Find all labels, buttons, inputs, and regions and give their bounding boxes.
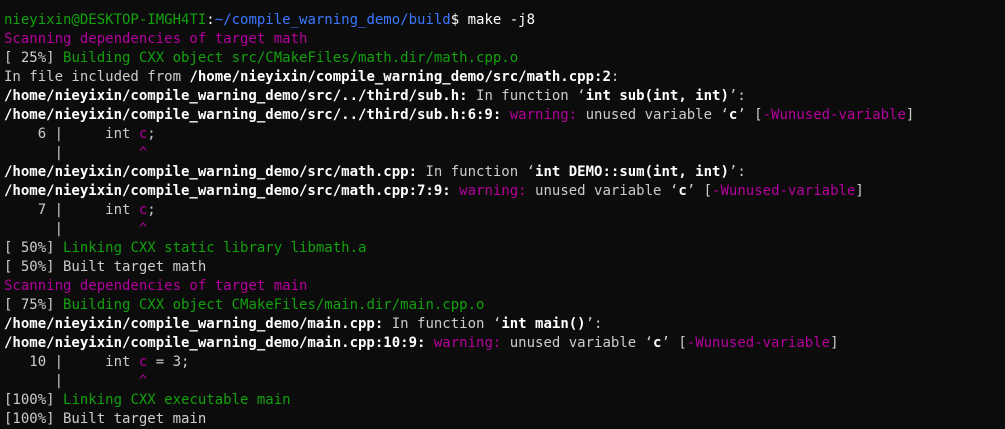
terminal-text-segment: ; — [147, 126, 156, 142]
terminal-text-segment: Building CXX object src/CMakeFiles/math.… — [63, 50, 519, 66]
link-static-lib: [ 50%] Linking CXX static library libmat… — [4, 239, 1004, 258]
built-target-main: [100%] Built target main — [4, 410, 1004, 429]
terminal-text-segment: /home/nieyixin/compile_warning_demo/main… — [4, 335, 426, 351]
terminal-text-segment: ~/compile_warning_demo/build — [214, 12, 451, 28]
terminal-text-segment: ’: — [585, 316, 603, 332]
terminal-text-segment: int main() — [501, 316, 586, 332]
terminal-text-segment: [ 75%] — [4, 297, 64, 313]
build-progress-main-obj: [ 75%] Building CXX object CMakeFiles/ma… — [4, 296, 1004, 315]
terminal-text-segment: ^ — [138, 221, 148, 237]
terminal-text-segment: warning: — [433, 335, 502, 351]
terminal-text-segment: /home/nieyixin/compile_warning_demo/src/… — [4, 88, 468, 104]
caret-line-main: | ^ — [4, 372, 1004, 391]
top-spacer-line — [4, 0, 1004, 11]
terminal-text-segment: /home/nieyixin/compile_warning_demo/src/… — [4, 183, 451, 199]
terminal-text-segment: | — [4, 221, 139, 237]
terminal-text-segment: ’: — [728, 164, 746, 180]
terminal-text-segment: $ make -j8 — [450, 12, 536, 28]
include-note: In file included from /home/nieyixin/com… — [4, 68, 1004, 87]
terminal-text-segment: [ 50%] Built target math — [4, 259, 207, 275]
terminal-text-segment: | — [4, 145, 139, 161]
warning-line-math: /home/nieyixin/compile_warning_demo/src/… — [4, 182, 1004, 201]
terminal-text-segment: Scanning dependencies of target math — [4, 31, 308, 47]
caret-line-sub: | ^ — [4, 144, 1004, 163]
terminal-text-segment: In function ‘ — [417, 164, 536, 180]
terminal-text-segment: ’ [ — [661, 335, 687, 351]
built-target-math: [ 50%] Built target math — [4, 258, 1004, 277]
terminal-text-segment: In file included from — [4, 69, 190, 85]
terminal-text-segment: /home/nieyixin/compile_warning_demo/src/… — [4, 164, 418, 180]
terminal-text-segment: nieyixin@DESKTOP-IMGH4TI — [4, 12, 207, 28]
terminal-text-segment: ’ [ — [686, 183, 713, 199]
terminal-text-segment: int DEMO::sum(int, int) — [535, 164, 729, 180]
source-line-math: 7 | int c; — [4, 201, 1004, 220]
terminal-output[interactable]: nieyixin@DESKTOP-IMGH4TI:~/compile_warni… — [4, 0, 1004, 429]
terminal-text-segment: In function ‘ — [467, 88, 586, 104]
prompt-line: nieyixin@DESKTOP-IMGH4TI:~/compile_warni… — [4, 11, 1004, 30]
terminal-text-segment: int sub(int, int) — [585, 88, 729, 104]
terminal-text-segment: [ 50%] — [4, 240, 64, 256]
source-line-main: 10 | int c = 3; — [4, 353, 1004, 372]
terminal-text-segment: -Wunused-variable — [686, 335, 831, 351]
terminal-text-segment: [100%] — [4, 392, 64, 408]
terminal-text-segment: Linking CXX executable main — [63, 392, 291, 408]
terminal-text-segment: warning: — [509, 107, 578, 123]
terminal-text-segment: -Wunused-variable — [762, 107, 906, 123]
build-progress-math-obj: [ 25%] Building CXX object src/CMakeFile… — [4, 49, 1004, 68]
terminal-text-segment: /home/nieyixin/compile_warning_demo/src/… — [189, 69, 611, 85]
terminal-text-segment: unused variable ‘ — [526, 183, 679, 199]
terminal-text-segment: warning: — [459, 183, 527, 199]
function-context-math: /home/nieyixin/compile_warning_demo/src/… — [4, 163, 1004, 182]
terminal-text-segment: 7 | int — [4, 202, 139, 218]
warning-line-main: /home/nieyixin/compile_warning_demo/main… — [4, 334, 1004, 353]
scan-deps-math: Scanning dependencies of target math — [4, 30, 1004, 49]
function-context-main: /home/nieyixin/compile_warning_demo/main… — [4, 315, 1004, 334]
link-executable: [100%] Linking CXX executable main — [4, 391, 1004, 410]
terminal-text-segment: -Wunused-variable — [712, 183, 856, 199]
terminal-text-segment: Linking CXX static library libmath.a — [63, 240, 367, 256]
terminal-text-segment: | — [4, 373, 139, 389]
terminal-text-segment: Scanning dependencies of target main — [4, 278, 308, 294]
warning-line-sub: /home/nieyixin/compile_warning_demo/src/… — [4, 106, 1004, 125]
terminal-text-segment: 6 | int — [4, 126, 139, 142]
function-context-sub: /home/nieyixin/compile_warning_demo/src/… — [4, 87, 1004, 106]
terminal-text-segment: ^ — [138, 373, 148, 389]
terminal-text-segment: : — [206, 12, 215, 28]
terminal-text-segment: 10 | int — [4, 354, 139, 370]
terminal-text-segment: [ 25%] — [4, 50, 64, 66]
terminal-text-segment: ] — [830, 335, 839, 351]
terminal-text-segment: ’ [ — [737, 107, 763, 123]
terminal-text-segment: Building CXX object CMakeFiles/main.dir/… — [63, 297, 485, 313]
terminal-text-segment: unused variable ‘ — [577, 107, 729, 123]
terminal-text-segment: ] — [855, 183, 864, 199]
terminal-text-segment: /home/nieyixin/compile_warning_demo/main… — [4, 316, 384, 332]
terminal-text-segment: unused variable ‘ — [501, 335, 654, 351]
terminal-text-segment: ] — [905, 107, 915, 123]
terminal-text-segment: ^ — [138, 145, 148, 161]
terminal-text-segment: c — [678, 183, 687, 199]
terminal-text-segment: = 3; — [147, 354, 190, 370]
terminal-text-segment: : — [610, 69, 620, 85]
caret-line-math: | ^ — [4, 220, 1004, 239]
scan-deps-main: Scanning dependencies of target main — [4, 277, 1004, 296]
terminal-text-segment: /home/nieyixin/compile_warning_demo/src/… — [4, 107, 502, 123]
terminal-text-segment: [100%] Built target main — [4, 411, 207, 427]
terminal-text-segment: ’: — [728, 88, 746, 104]
source-line-sub: 6 | int c; — [4, 125, 1004, 144]
terminal-text-segment: In function ‘ — [383, 316, 502, 332]
terminal-text-segment: ; — [147, 202, 156, 218]
